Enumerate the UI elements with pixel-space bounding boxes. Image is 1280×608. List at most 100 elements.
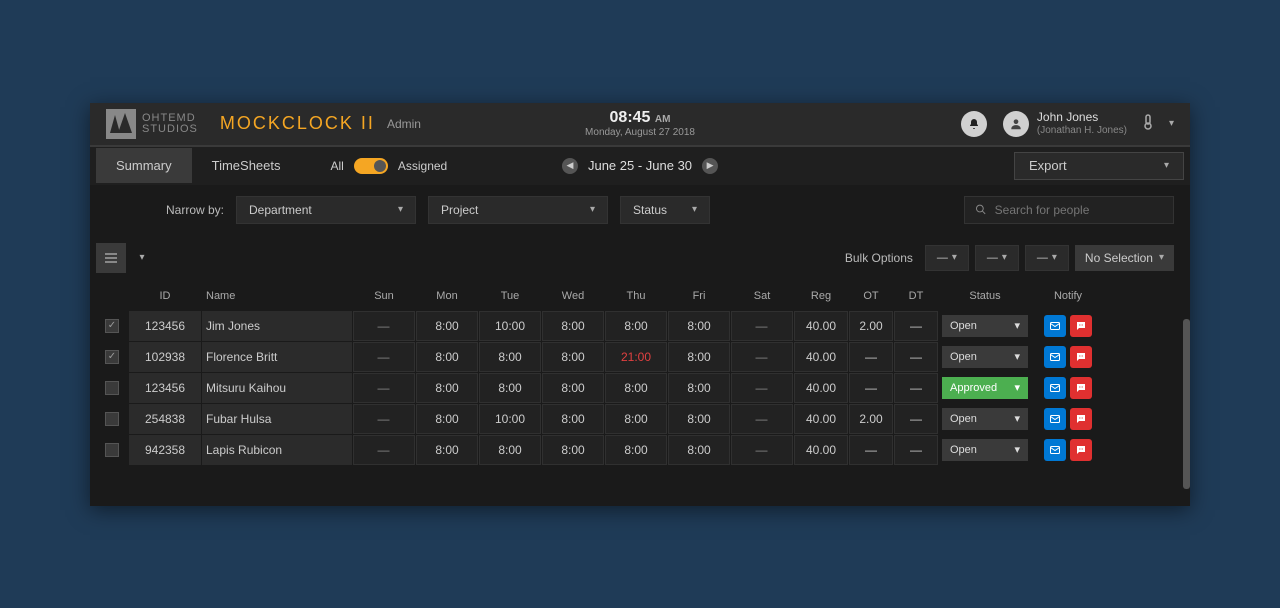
cell-fri[interactable]: 8:00 xyxy=(668,373,730,403)
row-checkbox[interactable]: ✓ xyxy=(105,319,119,333)
cell-fri[interactable]: 8:00 xyxy=(668,311,730,341)
chevron-down-icon: ▾ xyxy=(1164,160,1169,171)
bulk-option-2[interactable]: —▾ xyxy=(975,245,1019,271)
cell-sat[interactable]: — xyxy=(731,342,793,372)
row-checkbox[interactable] xyxy=(105,381,119,395)
cell-dt: — xyxy=(894,311,938,341)
status-select[interactable]: Status ▾ xyxy=(620,196,710,224)
cell-mon[interactable]: 8:00 xyxy=(416,435,478,465)
cell-ot: — xyxy=(849,373,893,403)
cell-fri[interactable]: 8:00 xyxy=(668,404,730,434)
notify-mail-button[interactable] xyxy=(1044,408,1066,430)
department-select[interactable]: Department ▾ xyxy=(236,196,416,224)
header-right: John Jones (Jonathan H. Jones) ▾ xyxy=(961,111,1174,137)
cell-wed[interactable]: 8:00 xyxy=(542,435,604,465)
brand-logo-icon xyxy=(106,109,136,139)
notify-mail-button[interactable] xyxy=(1044,315,1066,337)
list-icon xyxy=(105,257,117,259)
cell-tue[interactable]: 8:00 xyxy=(479,435,541,465)
cell-mon[interactable]: 8:00 xyxy=(416,404,478,434)
date-prev-button[interactable]: ◀ xyxy=(562,158,578,174)
cell-sun[interactable]: — xyxy=(353,404,415,434)
status-dropdown[interactable]: Open▾ xyxy=(942,408,1028,430)
cell-mon[interactable]: 8:00 xyxy=(416,373,478,403)
cell-wed[interactable]: 8:00 xyxy=(542,311,604,341)
status-dropdown[interactable]: Open▾ xyxy=(942,346,1028,368)
scrollbar[interactable] xyxy=(1183,319,1190,489)
project-select[interactable]: Project ▾ xyxy=(428,196,608,224)
search-box[interactable] xyxy=(964,196,1174,224)
status-dropdown[interactable]: Approved▾ xyxy=(942,377,1028,399)
select-all-button[interactable] xyxy=(96,243,126,273)
status-dropdown[interactable]: Open▾ xyxy=(942,315,1028,337)
cell-thu[interactable]: 21:00 xyxy=(605,342,667,372)
notify-chat-button[interactable] xyxy=(1070,377,1092,399)
bulk-option-3[interactable]: —▾ xyxy=(1025,245,1069,271)
cell-sat[interactable]: — xyxy=(731,373,793,403)
status-select-label: Status xyxy=(633,203,667,217)
notify-chat-button[interactable] xyxy=(1070,439,1092,461)
bulk-selection-dropdown[interactable]: No Selection ▾ xyxy=(1075,245,1174,271)
cell-fri[interactable]: 8:00 xyxy=(668,435,730,465)
status-dropdown[interactable]: Open▾ xyxy=(942,439,1028,461)
table-row: 123456Mitsuru Kaihou—8:008:008:008:008:0… xyxy=(96,373,1184,403)
date-next-button[interactable]: ▶ xyxy=(702,158,718,174)
export-button[interactable]: Export ▾ xyxy=(1014,152,1184,180)
cell-ot: — xyxy=(849,435,893,465)
user-menu[interactable]: John Jones (Jonathan H. Jones) xyxy=(1003,111,1127,137)
cell-wed[interactable]: 8:00 xyxy=(542,342,604,372)
app-window: OHTEMD STUDIOS MOCKCLOCK II Admin 08:45 … xyxy=(90,103,1190,506)
table-row: ✓102938Florence Britt—8:008:008:0021:008… xyxy=(96,342,1184,372)
bulk-option-1[interactable]: —▾ xyxy=(925,245,969,271)
cell-sat[interactable]: — xyxy=(731,311,793,341)
cell-tue[interactable]: 8:00 xyxy=(479,342,541,372)
date-range: ◀ June 25 - June 30 ▶ xyxy=(562,158,718,174)
cell-thu[interactable]: 8:00 xyxy=(605,435,667,465)
cell-tue[interactable]: 10:00 xyxy=(479,311,541,341)
table-row: ✓123456Jim Jones—8:0010:008:008:008:00—4… xyxy=(96,311,1184,341)
cell-sun[interactable]: — xyxy=(353,435,415,465)
notifications-button[interactable] xyxy=(961,111,987,137)
row-checkbox[interactable] xyxy=(105,443,119,457)
header-menu-chevron[interactable]: ▾ xyxy=(1169,118,1174,129)
cell-sun[interactable]: — xyxy=(353,342,415,372)
notify-chat-button[interactable] xyxy=(1070,408,1092,430)
notify-mail-button[interactable] xyxy=(1044,439,1066,461)
row-checkbox[interactable] xyxy=(105,412,119,426)
cell-wed[interactable]: 8:00 xyxy=(542,373,604,403)
cell-mon[interactable]: 8:00 xyxy=(416,311,478,341)
notify-mail-button[interactable] xyxy=(1044,346,1066,368)
cell-tue[interactable]: 8:00 xyxy=(479,373,541,403)
row-checkbox[interactable]: ✓ xyxy=(105,350,119,364)
all-assigned-toggle[interactable] xyxy=(354,158,388,174)
cell-thu[interactable]: 8:00 xyxy=(605,373,667,403)
cell-sat[interactable]: — xyxy=(731,404,793,434)
table-row: 254838Fubar Hulsa—8:0010:008:008:008:00—… xyxy=(96,404,1184,434)
chat-icon xyxy=(1075,351,1087,363)
notify-chat-button[interactable] xyxy=(1070,346,1092,368)
notify-chat-button[interactable] xyxy=(1070,315,1092,337)
select-all-dropdown[interactable]: ▾ xyxy=(130,243,154,273)
cell-fri[interactable]: 8:00 xyxy=(668,342,730,372)
cell-thu[interactable]: 8:00 xyxy=(605,404,667,434)
cell-sun[interactable]: — xyxy=(353,373,415,403)
status-label: Open xyxy=(950,320,977,332)
cell-thu[interactable]: 8:00 xyxy=(605,311,667,341)
cell-sun[interactable]: — xyxy=(353,311,415,341)
cell-mon[interactable]: 8:00 xyxy=(416,342,478,372)
tab-timesheets[interactable]: TimeSheets xyxy=(192,148,301,183)
cell-name: Lapis Rubicon xyxy=(202,435,352,465)
cell-dt: — xyxy=(894,435,938,465)
cell-sat[interactable]: — xyxy=(731,435,793,465)
chevron-down-icon: ▾ xyxy=(1052,252,1057,263)
cell-tue[interactable]: 10:00 xyxy=(479,404,541,434)
col-sun: Sun xyxy=(353,290,415,302)
cell-dt: — xyxy=(894,342,938,372)
chevron-down-icon: ▾ xyxy=(590,204,595,215)
search-input[interactable] xyxy=(995,203,1163,217)
notify-mail-button[interactable] xyxy=(1044,377,1066,399)
cell-wed[interactable]: 8:00 xyxy=(542,404,604,434)
user-display-name: John Jones xyxy=(1037,111,1127,124)
tab-summary[interactable]: Summary xyxy=(96,148,192,183)
avatar-icon xyxy=(1003,111,1029,137)
